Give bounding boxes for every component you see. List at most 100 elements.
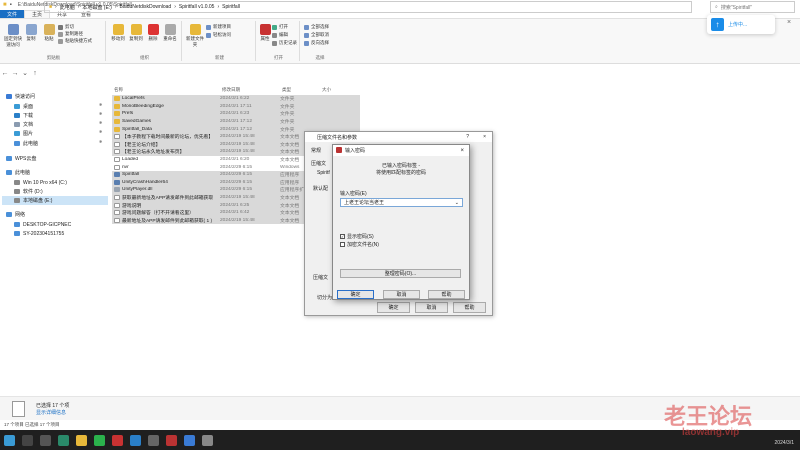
nav-pictures[interactable]: 图片 [14,129,33,138]
properties-button[interactable]: 属性 [259,24,271,42]
history-button[interactable]: 历史记录 [272,40,297,46]
copy-path-button[interactable]: 复制路径 [58,31,83,37]
column-header-type[interactable]: 类型 [282,86,291,94]
scissors-icon [58,24,63,30]
app-icon[interactable] [184,434,195,446]
breadcrumb-this-pc[interactable]: 此电脑 [60,4,75,11]
tab-general[interactable]: 常规 [311,147,321,154]
nav-this-pc-quick[interactable]: 此电脑 [14,139,38,148]
select-all-button[interactable]: 全部选择 [304,24,329,30]
archive-cancel-button[interactable]: 取消 [415,302,448,313]
show-password-checkbox[interactable]: ✓ 显示密码(S) [340,233,374,240]
encrypt-filenames-checkbox[interactable]: 加密文件名(N) [340,241,379,248]
column-header-name[interactable]: 名称 [114,86,123,94]
archive-help-button[interactable]: 帮助 [453,302,486,313]
column-header-date[interactable]: 修改日期 [222,86,240,94]
password-cancel-button[interactable]: 取消 [383,290,420,299]
app-icon[interactable] [148,434,159,446]
tab-file[interactable]: 文件 [0,10,25,18]
delete-button[interactable]: 删除 [147,24,159,42]
app-icon[interactable] [112,434,123,446]
show-details-link[interactable]: 显示详细信息 [36,409,66,416]
paste-button[interactable]: 粘贴 [42,24,56,42]
nav-documents[interactable]: 文档 [14,120,33,129]
task-view-icon[interactable] [40,434,51,446]
windows-start-icon[interactable] [4,434,15,446]
file-row[interactable]: Loaded 2024/3/1 6:20 文本文档 [112,156,320,164]
paste-icon [43,24,55,35]
nav-network[interactable]: 网络 [6,210,25,219]
nav-downloads[interactable]: 下载 [14,111,33,120]
breadcrumb-spiritfall-version[interactable]: Spiritfall v1.0.05 [179,4,215,10]
cut-button[interactable]: 剪切 [58,24,74,30]
search-icon[interactable] [22,434,33,446]
open-button[interactable]: 打开 [272,24,288,30]
help-icon[interactable]: ? [466,134,469,140]
app-icon[interactable] [202,434,213,446]
file-row[interactable]: Prefs 2024/3/1 6:23 文件夹 [112,110,360,118]
breadcrumb-drive-e[interactable]: 本地磁盘 (E:) [82,4,111,11]
pin-quick-access-button[interactable]: 固定到快速访问 [4,24,22,48]
nav-network-pc-1[interactable]: DESKTOP-GICPNEC [14,220,71,229]
copy-folder-icon [130,24,142,35]
rename-button[interactable]: 重命名 [162,24,178,42]
organize-passwords-button[interactable]: 整理密码(O)... [340,269,461,278]
search-input[interactable]: ⌕ 搜索"Spiritfall" [710,1,795,13]
file-date: 2024/2/29 6:15 [220,164,253,170]
edge-browser-icon[interactable] [58,434,69,446]
nav-desktop[interactable]: 桌面 [14,102,33,111]
folder-icon [114,119,120,125]
archive-ok-button[interactable]: 确定 [377,302,410,313]
wechat-icon[interactable] [94,434,105,446]
breadcrumb-spiritfall[interactable]: Spiritfall [222,4,240,10]
nav-this-pc[interactable]: 此电脑 [6,168,30,177]
archive-dialog-title: 压缩文件名和参数 [317,134,358,141]
nav-drive-c[interactable]: Win 10 Pro x64 (C:) [14,178,67,187]
chevron-down-icon[interactable]: ⌄ [20,69,30,77]
invert-selection-button[interactable]: 反向选择 [304,40,329,46]
up-arrow-icon[interactable]: ↑ [30,70,40,77]
copy-to-button[interactable]: 复制到 [128,24,144,42]
nav-drive-d[interactable]: 软件 (D:) [14,187,43,196]
edit-button[interactable]: 编辑 [272,32,288,38]
column-header-size[interactable]: 大小 [322,86,331,94]
explorer-icon[interactable] [76,434,87,446]
file-date: 2024/2/19 15:48 [220,141,255,147]
password-help-button[interactable]: 帮助 [428,290,465,299]
paste-shortcut-button[interactable]: 粘贴快捷方式 [58,38,92,44]
easy-access-button[interactable]: 轻松访问 [206,32,231,38]
nav-network-pc-2[interactable]: SY-202304151755 [14,229,64,238]
text-icon [114,217,120,223]
nav-wps-cloud[interactable]: WPS云盘 [6,154,36,163]
copy-button[interactable]: 复制 [24,24,38,42]
move-to-button[interactable]: 移动到 [110,24,126,42]
password-ok-button[interactable]: 确定 [337,290,374,299]
back-arrow-icon[interactable]: ← [0,70,10,77]
winrar-icon[interactable] [166,434,177,446]
file-row[interactable]: MonoBleedingEdge 2024/3/1 17:11 文件夹 [112,102,360,111]
new-item-button[interactable]: 新建项目 [206,24,231,30]
save-icon[interactable]: ▪ [10,2,12,8]
file-type: 文件夹 [280,112,295,118]
nav-quick-access[interactable]: 快速访问 [6,92,35,101]
app-icon[interactable] [130,434,141,446]
file-row[interactable]: nvr 2024/2/29 6:15 Windows [112,163,320,171]
file-row[interactable]: SavedGames 2024/3/1 17:12 文件夹 [112,117,360,126]
nav-drive-e[interactable]: 本地磁盘 (E:) [2,196,108,205]
breadcrumb-baidu[interactable]: BaiduNetdiskDownload [120,4,172,10]
drive-icon [14,189,20,194]
select-none-button[interactable]: 全部取消 [304,32,329,38]
forward-arrow-icon[interactable]: → [10,70,20,77]
password-input[interactable]: 上老王论坛当老王 ⌄ [340,198,463,207]
upload-widget[interactable]: ↑ 上传中... [707,15,775,34]
close-icon[interactable]: × [787,19,791,26]
file-row[interactable]: LocalPrefs 2024/3/1 6:22 文件夹 [112,95,360,103]
new-folder-button[interactable]: 新建文件夹 [186,24,204,48]
close-icon[interactable]: × [483,134,486,140]
ribbon-group-new: 新建文件夹 新建项目 轻松访问 新建 [184,21,256,61]
folder-icon [114,126,120,132]
close-icon[interactable]: × [460,148,464,154]
address-bar[interactable]: ■ › 此电脑 › 本地磁盘 (E:) › BaiduNetdiskDownlo… [44,1,692,13]
password-dialog-titlebar: 输入密码 × [333,145,469,156]
chevron-down-icon[interactable]: ⌄ [455,200,459,206]
